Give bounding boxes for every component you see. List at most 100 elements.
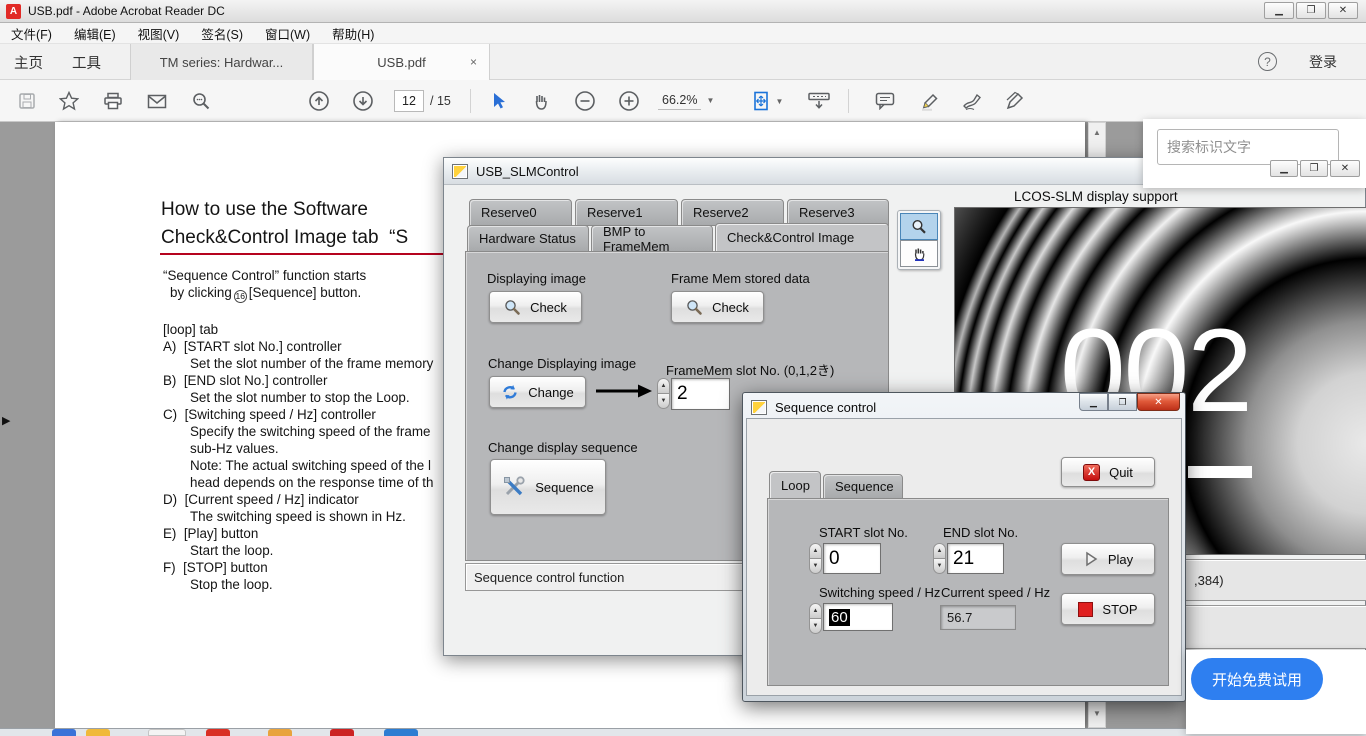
- nav-pane-toggle-icon[interactable]: ▶: [2, 414, 10, 427]
- print-icon[interactable]: [96, 87, 130, 115]
- sequence-title-bar[interactable]: Sequence control ▁ ❐ ✕: [746, 396, 1182, 418]
- zoom-in-icon[interactable]: [612, 87, 646, 115]
- taskbar-icon-app[interactable]: [330, 729, 354, 736]
- start-slot-field[interactable]: 0: [823, 543, 881, 574]
- tab-sequence[interactable]: Sequence: [823, 474, 903, 499]
- minimize-button[interactable]: ▁: [1079, 393, 1108, 411]
- change-button[interactable]: Change: [489, 376, 586, 408]
- doc-tab-tm-series[interactable]: TM series: Hardwar...: [130, 44, 313, 80]
- taskbar-icon-app[interactable]: [148, 729, 186, 736]
- scrolling-mode-icon[interactable]: [802, 87, 836, 115]
- pdf-body-line: sub-Hz values.: [190, 441, 279, 456]
- tab-loop[interactable]: Loop: [769, 471, 821, 499]
- taskbar[interactable]: [0, 728, 1366, 736]
- close-button[interactable]: ✕: [1330, 160, 1360, 177]
- pan-tool-button[interactable]: [900, 240, 938, 267]
- window-title: USB.pdf - Adobe Acrobat Reader DC: [28, 4, 225, 18]
- tab-reserve1[interactable]: Reserve1: [575, 199, 678, 226]
- framemem-slot-field[interactable]: 2: [671, 378, 730, 410]
- tab-home[interactable]: 主页: [0, 44, 57, 80]
- tab-reserve0[interactable]: Reserve0: [469, 199, 572, 226]
- spinner-up-icon[interactable]: ▲: [809, 543, 822, 559]
- zoom-level-control[interactable]: 66.2% ▼: [658, 91, 714, 110]
- free-trial-button[interactable]: 开始免费试用: [1191, 658, 1323, 700]
- spinner-down-icon[interactable]: ▼: [933, 558, 946, 574]
- select-tool-icon[interactable]: [482, 87, 516, 115]
- menu-view[interactable]: 视图(V): [127, 22, 191, 45]
- doc-tab-usb-pdf[interactable]: USB.pdf ×: [313, 44, 490, 80]
- tab-tools[interactable]: 工具: [58, 44, 115, 80]
- tab-hardware-status[interactable]: Hardware Status: [467, 225, 589, 252]
- play-button[interactable]: Play: [1061, 543, 1155, 575]
- scrollbar-up[interactable]: ▲: [1088, 122, 1106, 158]
- fit-page-icon[interactable]: ▼: [750, 87, 784, 115]
- menu-edit[interactable]: 编辑(E): [63, 22, 127, 45]
- spinner-up-icon[interactable]: ▲: [933, 543, 946, 559]
- search-icon[interactable]: [184, 87, 218, 115]
- change-sequence-label: Change display sequence: [488, 440, 638, 455]
- email-icon[interactable]: [140, 87, 174, 115]
- sequence-label: Sequence: [535, 480, 594, 495]
- page-number-input[interactable]: 12: [394, 90, 424, 112]
- hand-tool-icon[interactable]: [524, 87, 558, 115]
- minimize-button[interactable]: ▁: [1270, 160, 1298, 177]
- star-icon[interactable]: [52, 87, 86, 115]
- change-displaying-label: Change Displaying image: [488, 356, 636, 371]
- next-page-icon[interactable]: [346, 87, 380, 115]
- close-tab-icon[interactable]: ×: [470, 55, 477, 69]
- spinner-up-icon[interactable]: ▲: [809, 603, 822, 619]
- taskbar-icon-browser[interactable]: [52, 729, 76, 736]
- taskbar-icon-folder[interactable]: [86, 729, 110, 736]
- fill-sign-icon[interactable]: [998, 87, 1032, 115]
- maximize-button[interactable]: ❐: [1108, 393, 1137, 411]
- check-displaying-button[interactable]: Check: [489, 291, 582, 323]
- zoom-tool-button[interactable]: [900, 213, 938, 240]
- zoom-level-value[interactable]: 66.2%: [658, 91, 701, 110]
- end-slot-field[interactable]: 21: [947, 543, 1004, 574]
- sequence-control-window: Sequence control ▁ ❐ ✕ Loop Sequence X Q…: [742, 392, 1186, 702]
- stop-icon: [1078, 602, 1093, 617]
- chevron-down-icon[interactable]: ▼: [706, 96, 714, 105]
- scrollbar-down[interactable]: ▼: [1088, 700, 1106, 728]
- menu-file[interactable]: 文件(F): [0, 22, 63, 45]
- save-icon[interactable]: [10, 87, 44, 115]
- sequence-window-body: Loop Sequence X Quit START slot No. ▲▼ 0…: [746, 418, 1182, 696]
- menu-sign[interactable]: 签名(S): [190, 22, 254, 45]
- sign-pen-icon[interactable]: [956, 87, 990, 115]
- spinner-down-icon[interactable]: ▼: [657, 393, 670, 409]
- pdf-body-line: Stop the loop.: [190, 577, 273, 592]
- comment-icon[interactable]: [868, 87, 902, 115]
- chevron-down-icon[interactable]: ▼: [776, 97, 784, 106]
- tab-reserve2[interactable]: Reserve2: [681, 199, 784, 226]
- stop-button[interactable]: STOP: [1061, 593, 1155, 625]
- taskbar-icon-app[interactable]: [384, 729, 418, 736]
- toolbar-separator: [470, 89, 471, 113]
- displaying-image-label: Displaying image: [487, 271, 586, 286]
- menu-window[interactable]: 窗口(W): [254, 22, 321, 45]
- restore-button[interactable]: ❐: [1296, 2, 1326, 19]
- switching-speed-field[interactable]: 60: [823, 603, 893, 631]
- tab-check-control-image[interactable]: Check&Control Image: [715, 223, 889, 252]
- play-icon: [1083, 551, 1099, 567]
- previous-page-icon[interactable]: [302, 87, 336, 115]
- close-button[interactable]: ✕: [1328, 2, 1358, 19]
- check-framemem-button[interactable]: Check: [671, 291, 764, 323]
- highlighter-icon[interactable]: [913, 87, 947, 115]
- zoom-out-icon[interactable]: [568, 87, 602, 115]
- login-button[interactable]: 登录: [1295, 44, 1351, 80]
- maximize-button[interactable]: ❐: [1300, 160, 1328, 177]
- minimize-button[interactable]: ▁: [1264, 2, 1294, 19]
- tab-reserve3[interactable]: Reserve3: [787, 199, 889, 226]
- spinner-down-icon[interactable]: ▼: [809, 618, 822, 634]
- sequence-button[interactable]: Sequence: [490, 459, 606, 515]
- taskbar-icon-app[interactable]: [206, 729, 230, 736]
- quit-button[interactable]: X Quit: [1061, 457, 1155, 487]
- spinner-up-icon[interactable]: ▲: [657, 378, 670, 394]
- menu-help[interactable]: 帮助(H): [321, 22, 385, 45]
- tab-bmp-to-framemem[interactable]: BMP to FrameMem: [591, 225, 713, 252]
- taskbar-icon-app[interactable]: [268, 729, 292, 736]
- spinner-down-icon[interactable]: ▼: [809, 558, 822, 574]
- start-slot-label: START slot No.: [819, 525, 908, 540]
- close-button[interactable]: ✕: [1137, 393, 1180, 411]
- help-icon[interactable]: ?: [1258, 52, 1277, 71]
